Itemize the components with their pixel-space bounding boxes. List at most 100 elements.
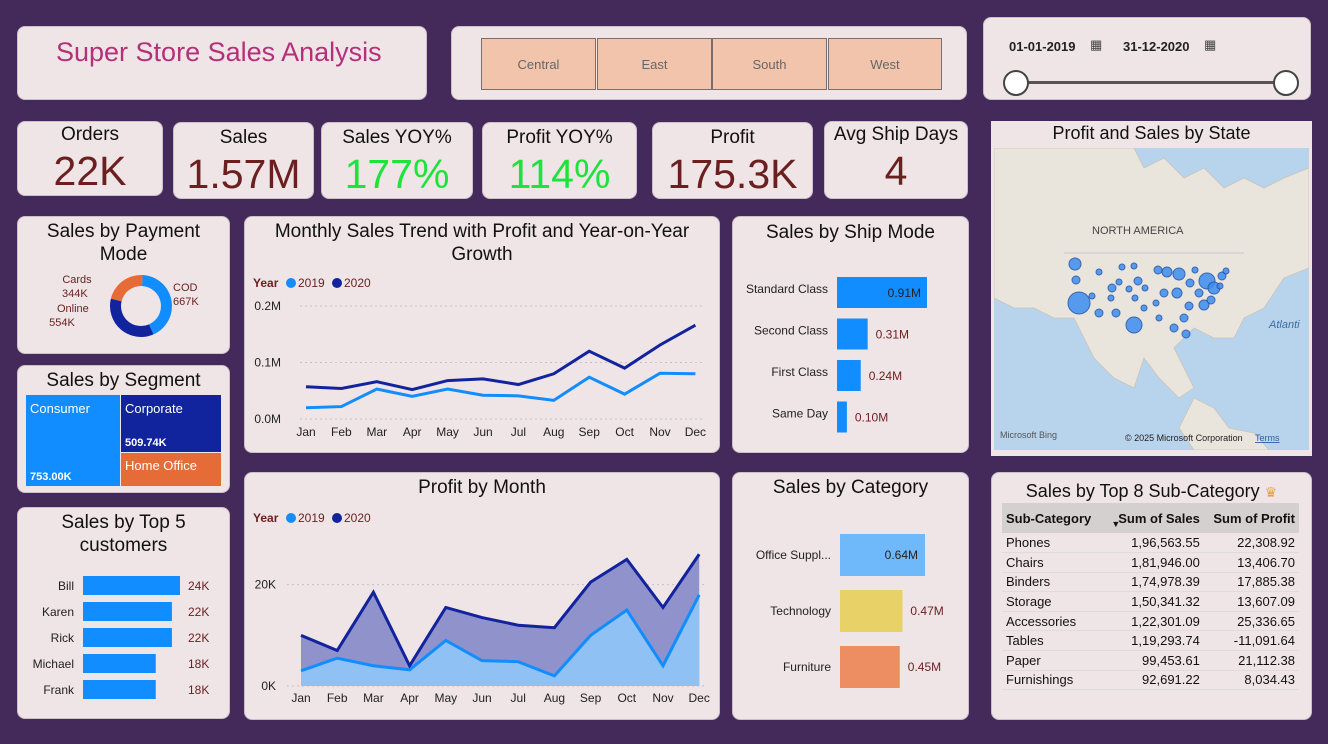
category-bar-chart[interactable]: Office Suppl... 0.64M Technology 0.47M Furni… [733,509,970,719]
date-slider-end-handle[interactable] [1273,70,1299,96]
table-row[interactable]: Chairs 1,81,946.00 13,406.70 [1002,553,1299,573]
x-tick-label: May [436,425,459,439]
sort-down-icon: ▼ [1111,519,1121,529]
ship-mode-label: Standard Class [746,282,828,296]
legend-title: Year [253,511,279,525]
state-bubble [1172,267,1186,281]
cell-sales: 1,74,978.39 [1131,574,1200,590]
ship-mode-label: Second Class [754,324,828,338]
state-bubble [1125,285,1133,293]
table-row[interactable]: Paper 99,453.61 21,112.38 [1002,651,1299,671]
x-tick-label: Aug [544,691,565,705]
ship-mode-bar [837,360,861,391]
treemap-corporate[interactable]: Corporate 509.74K [121,395,221,452]
table-row[interactable]: Tables 1,19,293.74 -11,091.64 [1002,631,1299,651]
legend-marker-2019 [286,513,296,523]
state-bubble [1194,288,1204,298]
ship-mode-card: Sales by Ship Mode Standard Class 0.91M Se… [732,216,969,453]
table-title: Sales by Top 8 Sub-Category [1025,481,1260,501]
treemap-label: Corporate [125,401,183,416]
kpi-label: Sales [219,127,268,148]
state-bubble [1088,292,1096,300]
customer-name: Frank [43,683,75,697]
chart-title: Sales by Ship Mode [766,222,935,243]
date-slider-track[interactable] [1014,81,1286,84]
ship-mode-value: 0.10M [855,411,888,425]
x-tick-label: Oct [615,425,634,439]
donut-slice-cards [110,275,143,302]
column-header[interactable]: Sub-Category [1002,503,1105,533]
treemap-value: 753.00K [30,471,72,483]
x-tick-label: Jan [296,425,315,439]
customers-bar-chart[interactable]: Bill 24K Karen 22K Rick 22K Michael 18K Frank 18K [18,568,231,718]
page-title: Super Store Sales Analysis [56,37,382,67]
cell-subcategory: Chairs [1006,554,1044,570]
payment-donut-chart[interactable]: Cards 344K Online 554K COD 667K [18,265,231,355]
table-row[interactable]: Binders 1,74,978.39 17,885.38 [1002,572,1299,592]
end-date[interactable]: 31-12-2020 [1123,39,1190,54]
customer-bar [83,576,180,595]
date-slicer: 01-01-2019 ▦ 31-12-2020 ▦ [983,17,1311,100]
customer-bar [83,628,172,647]
date-slider-start-handle[interactable] [1003,70,1029,96]
map-terms-link: Terms [1255,433,1280,443]
kpi-profit-yoy: Profit YOY% 114% [482,122,637,199]
kpi-sales: Sales 1.57M [173,122,314,199]
cell-profit: 21,112.38 [1238,652,1295,668]
segment-card: Sales by Segment Consumer 753.00K Corpor… [17,365,230,493]
cell-profit: -11,091.64 [1233,633,1295,649]
state-bubble [1171,287,1183,299]
table-row[interactable]: Furnishings 92,691.22 8,034.43 [1002,670,1299,690]
state-bubble [1133,276,1143,286]
chart-title: Profit and Sales by State [1052,123,1251,143]
ship-mode-value: 0.24M [869,369,902,383]
kpi-orders: Orders 22K [17,121,163,196]
kpi-sales-yoy: Sales YOY% 177% [321,122,473,199]
x-tick-label: Oct [617,691,636,705]
treemap-consumer[interactable]: Consumer 753.00K [26,395,120,486]
category-value: 0.45M [908,660,941,674]
table-row[interactable]: Phones 1,96,563.55 22,308.92 [1002,533,1299,553]
region-button-central[interactable]: Central [481,38,596,90]
kpi-value: 1.57M [186,151,301,197]
profit-area-chart[interactable]: Year 2019 2020 20K 0K Jan Feb Mar Apr May Jun Jul Au… [245,499,721,719]
monthly-line-chart[interactable]: Year 2019 2020 0.2M 0.1M 0.0M Jan Feb Mar Apr May J… [245,271,721,451]
ship-mode-bar [837,318,868,350]
donut-value-online: 554K [49,317,75,329]
state-bubble [1141,284,1149,292]
us-bubble-map[interactable]: NORTH AMERICA Atlanti Microsoft Bing © 2… [994,148,1309,450]
series-line-2019 [305,371,696,410]
bing-logo: Microsoft Bing [1000,430,1057,440]
x-tick-label: Mar [366,425,387,439]
kpi-value: 114% [508,151,611,197]
ship-mode-bar-chart[interactable]: Standard Class 0.91M Second Class 0.31M Firs… [733,253,970,453]
ship-mode-value: 0.91M [888,286,921,300]
treemap-value: 509.74K [125,437,167,449]
state-bubble [1115,278,1123,286]
ship-mode-bar [837,401,847,433]
customer-value: 18K [188,683,209,697]
calendar-icon[interactable]: ▦ [1204,37,1216,53]
column-header[interactable]: Sum of Profit [1200,503,1299,533]
column-header-sorted[interactable]: Sum of Sales ▼ [1105,503,1200,533]
category-bar [840,646,900,688]
region-button-west[interactable]: West [828,38,942,90]
region-button-east[interactable]: East [597,38,712,90]
customer-bar [83,654,156,673]
state-bubble [1206,295,1216,305]
region-button-south[interactable]: South [712,38,827,90]
calendar-icon[interactable]: ▦ [1090,37,1102,53]
y-tick-label: 0.1M [254,356,281,370]
table-row[interactable]: Accessories 1,22,301.09 25,336.65 [1002,611,1299,631]
start-date[interactable]: 01-01-2019 [1009,39,1076,54]
donut-value-cod: 667K [173,296,199,308]
cell-sales: 99,453.61 [1142,652,1200,668]
state-bubble [1155,314,1163,322]
cell-subcategory: Furnishings [1006,672,1074,688]
kpi-avg-ship-days: Avg Ship Days 4 [824,121,968,199]
series-line-2020 [305,323,697,392]
table-row[interactable]: Storage 1,50,341.32 13,607.09 [1002,592,1299,612]
kpi-label: Avg Ship Days [833,124,959,145]
treemap-home-office[interactable]: Home Office [121,453,221,486]
state-bubble [1071,275,1081,285]
